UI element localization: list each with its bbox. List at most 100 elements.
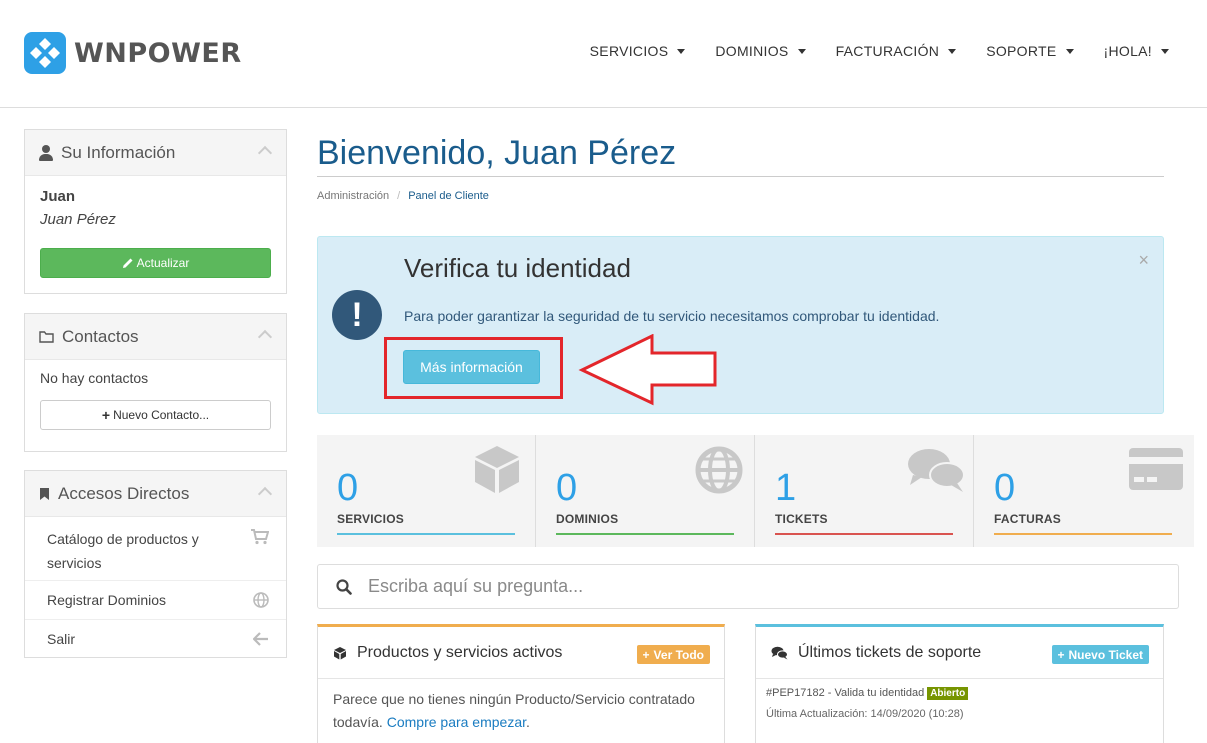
panel-title: Su Información bbox=[61, 142, 176, 162]
new-ticket-label: Nuevo Ticket bbox=[1068, 647, 1143, 662]
user-first-name: Juan bbox=[40, 188, 76, 205]
products-panel-header: Productos y servicios activos + Ver Todo bbox=[318, 627, 724, 679]
sentence-end: . bbox=[526, 714, 530, 730]
stat-value: 0 bbox=[337, 467, 359, 509]
stat-services[interactable]: 0 SERVICIOS bbox=[317, 435, 536, 547]
shortcut-label: Registrar Dominios bbox=[47, 592, 167, 608]
stats-bar: 0 SERVICIOS 0 DOMINIOS 1 TICKETS 0 FACTU… bbox=[317, 435, 1194, 547]
nav-label: SERVICIOS bbox=[589, 43, 669, 59]
globe-icon bbox=[253, 592, 269, 608]
panel-title: Productos y servicios activos bbox=[357, 643, 563, 661]
caret-down-icon bbox=[1161, 48, 1169, 54]
shortcut-catalog[interactable]: Catálogo de productos y servicios bbox=[25, 517, 286, 580]
view-all-label: Ver Todo bbox=[653, 647, 704, 662]
shortcut-label: Salir bbox=[47, 631, 76, 647]
shortcut-register-domains[interactable]: Registrar Dominios bbox=[25, 580, 286, 619]
panel-title: Accesos Directos bbox=[58, 483, 190, 503]
user-icon bbox=[39, 144, 53, 161]
comments-icon bbox=[908, 449, 965, 492]
tickets-panel-header: Últimos tickets de soporte + Nuevo Ticket bbox=[756, 627, 1163, 679]
nav-soporte[interactable]: SOPORTE bbox=[986, 43, 1074, 59]
plus-icon: + bbox=[1057, 647, 1065, 662]
bookmark-icon bbox=[40, 487, 49, 500]
stat-underline bbox=[337, 533, 515, 535]
contacts-panel: Contactos No hay contactos + Nuevo Conta… bbox=[24, 313, 287, 452]
plus-icon: + bbox=[642, 647, 650, 662]
arrow-left-icon bbox=[253, 632, 268, 646]
panel-title: Últimos tickets de soporte bbox=[798, 643, 982, 661]
main-nav: SERVICIOS DOMINIOS FACTURACIÓN SOPORTE ¡… bbox=[560, 43, 1169, 59]
breadcrumb-admin[interactable]: Administración bbox=[317, 190, 389, 202]
info-panel: Su Información Juan Juan Pérez Actualiza… bbox=[24, 129, 287, 294]
stat-value: 1 bbox=[775, 467, 797, 509]
credit-card-icon bbox=[1129, 448, 1183, 490]
shortcuts-panel: Accesos Directos Catálogo de productos y… bbox=[24, 470, 287, 658]
shortcut-logout[interactable]: Salir bbox=[25, 619, 286, 658]
ticket-title: #PEP17182 - Valida tu identidad bbox=[766, 687, 925, 699]
caret-down-icon bbox=[948, 48, 957, 54]
globe-icon bbox=[695, 446, 743, 494]
site-header: WNPOWER SERVICIOS DOMINIOS FACTURACIÓN S… bbox=[0, 0, 1207, 108]
shortcuts-panel-header[interactable]: Accesos Directos bbox=[25, 471, 286, 517]
user-full-name: Juan Pérez bbox=[40, 211, 116, 228]
ticket-updated: Última Actualización: 14/09/2020 (10:28) bbox=[766, 708, 964, 720]
info-panel-header[interactable]: Su Información bbox=[25, 130, 286, 176]
cart-icon bbox=[251, 529, 269, 545]
chevron-up-icon[interactable] bbox=[257, 486, 273, 502]
nav-hola[interactable]: ¡HOLA! bbox=[1104, 43, 1169, 59]
update-button-label: Actualizar bbox=[136, 256, 190, 270]
buy-to-start-link[interactable]: Compre para empezar bbox=[387, 714, 526, 730]
breadcrumb-current: Panel de Cliente bbox=[408, 190, 489, 202]
stat-underline bbox=[556, 533, 734, 535]
ticket-item[interactable]: #PEP17182 - Valida tu identidad Abierto Ú… bbox=[756, 679, 1163, 728]
new-contact-button[interactable]: + Nuevo Contacto... bbox=[40, 400, 271, 430]
no-products-text: Parece que no tienes ningún Producto/Ser… bbox=[318, 679, 724, 743]
breadcrumb: Administración / Panel de Cliente bbox=[317, 190, 489, 202]
stat-label: TICKETS bbox=[775, 512, 828, 526]
stat-tickets[interactable]: 1 TICKETS bbox=[755, 435, 974, 547]
nav-servicios[interactable]: SERVICIOS bbox=[590, 43, 686, 59]
stat-domains[interactable]: 0 DOMINIOS bbox=[536, 435, 755, 547]
alert-title: Verifica tu identidad bbox=[404, 253, 631, 283]
stat-invoices[interactable]: 0 FACTURAS bbox=[974, 435, 1193, 547]
stat-label: FACTURAS bbox=[994, 512, 1061, 526]
contacts-panel-header[interactable]: Contactos bbox=[25, 314, 286, 360]
stat-underline bbox=[775, 533, 953, 535]
stat-label: DOMINIOS bbox=[556, 512, 619, 526]
logo-mark-icon bbox=[24, 32, 66, 74]
chevron-up-icon[interactable] bbox=[257, 145, 273, 161]
update-button[interactable]: Actualizar bbox=[40, 248, 271, 278]
no-contacts-text: No hay contactos bbox=[40, 370, 149, 386]
nav-label: DOMINIOS bbox=[715, 43, 789, 59]
nav-label: ¡HOLA! bbox=[1103, 43, 1152, 59]
plus-icon: + bbox=[101, 407, 111, 423]
support-tickets-panel: Últimos tickets de soporte + Nuevo Ticket… bbox=[755, 624, 1164, 743]
view-all-button[interactable]: + Ver Todo bbox=[636, 645, 710, 664]
shortcut-label: Catálogo de productos y servicios bbox=[47, 531, 199, 571]
search-input[interactable] bbox=[368, 565, 1148, 608]
kb-search bbox=[317, 564, 1179, 609]
nav-dominios[interactable]: DOMINIOS bbox=[715, 43, 806, 59]
close-icon[interactable]: × bbox=[1138, 251, 1149, 269]
folder-icon bbox=[39, 330, 54, 343]
new-ticket-button[interactable]: + Nuevo Ticket bbox=[1051, 645, 1149, 664]
chevron-up-icon[interactable] bbox=[257, 329, 273, 345]
highlight-box bbox=[384, 337, 563, 399]
brand-logo[interactable]: WNPOWER bbox=[24, 32, 242, 74]
alert-text: Para poder garantizar la seguridad de tu… bbox=[404, 308, 940, 324]
nav-facturacion[interactable]: FACTURACIÓN bbox=[836, 43, 957, 59]
page-title: Bienvenido, Juan Pérez bbox=[317, 134, 677, 172]
cube-icon bbox=[334, 646, 346, 659]
stat-value: 0 bbox=[556, 467, 578, 509]
active-products-panel: Productos y servicios activos + Ver Todo … bbox=[317, 624, 725, 743]
stat-underline bbox=[994, 533, 1172, 535]
breadcrumb-separator: / bbox=[397, 190, 401, 202]
search-icon bbox=[336, 579, 352, 595]
comments-icon bbox=[771, 646, 788, 659]
caret-down-icon bbox=[797, 48, 806, 54]
new-contact-label: Nuevo Contacto... bbox=[113, 408, 210, 422]
cube-icon bbox=[475, 446, 519, 493]
pencil-icon bbox=[122, 258, 133, 268]
pointer-arrow-icon bbox=[578, 334, 717, 406]
caret-down-icon bbox=[1065, 48, 1074, 54]
